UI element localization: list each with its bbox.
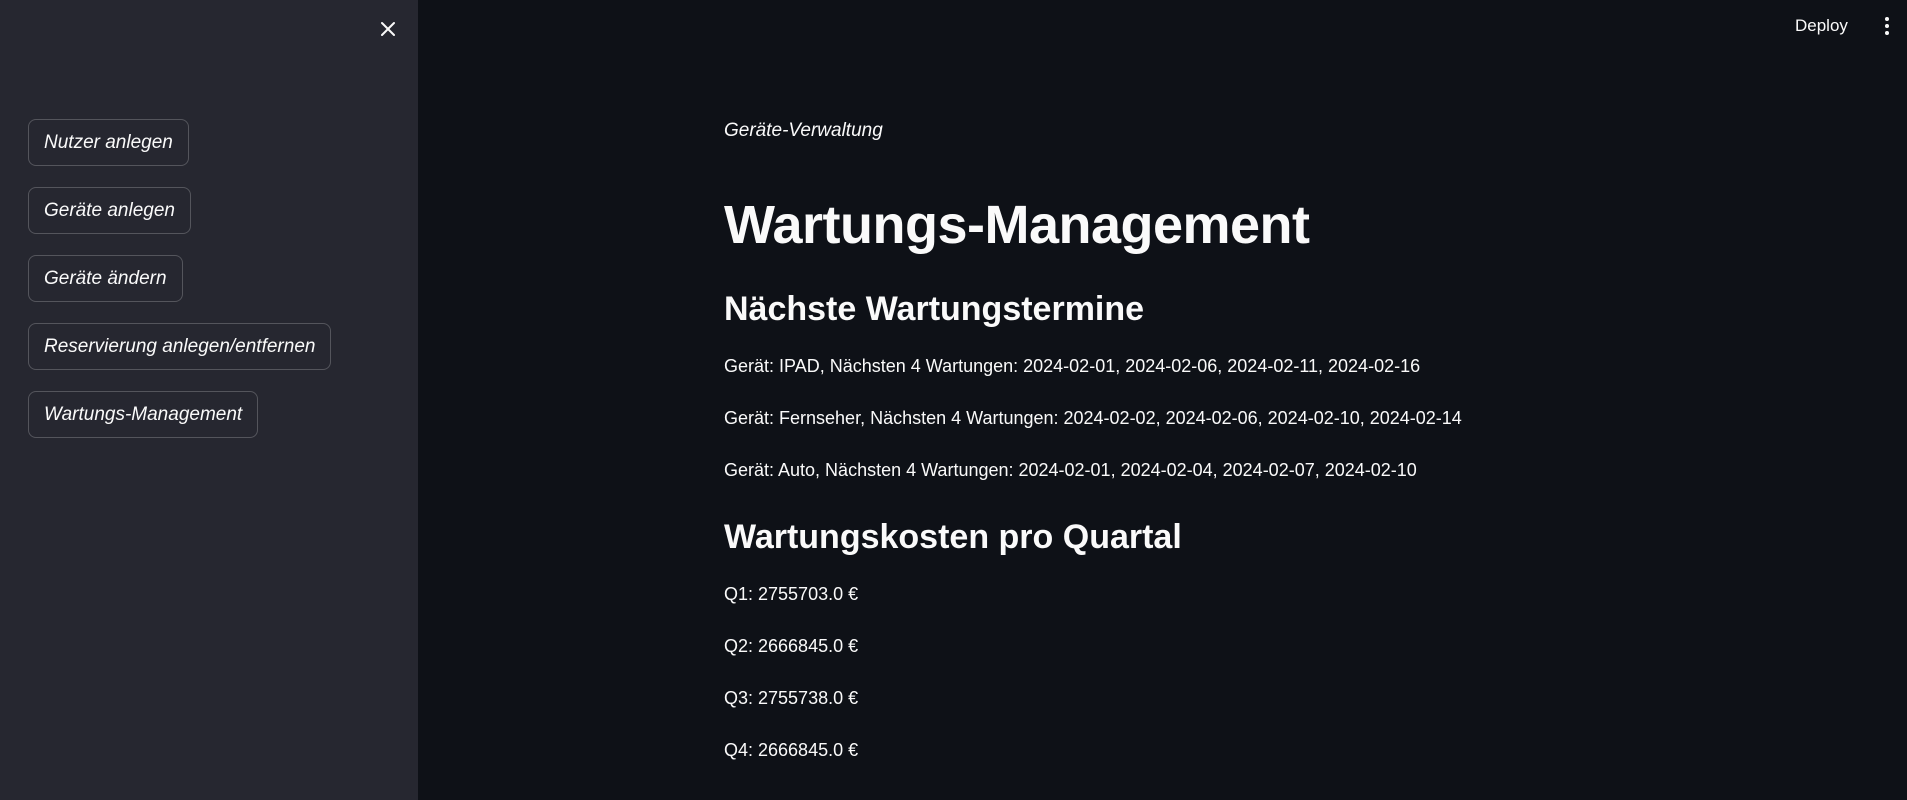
kosten-heading: Wartungskosten pro Quartal (724, 518, 1182, 556)
page-caption: Geräte-Verwaltung (724, 120, 883, 141)
geraete-aendern-button[interactable]: Geräte ändern (28, 255, 183, 302)
kosten-line: Q4: 2666845.0 € (724, 740, 859, 760)
sidebar-nav: Nutzer anlegen Geräte anlegen Geräte änd… (28, 119, 332, 438)
kosten-line: Q3: 2755738.0 € (724, 688, 859, 708)
menu-dot (1885, 24, 1889, 28)
page-title: Wartungs-Management (724, 195, 1310, 255)
menu-dot (1885, 17, 1889, 21)
termin-line: Gerät: IPAD, Nächsten 4 Wartungen: 2024-… (724, 356, 1421, 376)
nutzer-anlegen-button[interactable]: Nutzer anlegen (28, 119, 189, 166)
geraete-anlegen-button[interactable]: Geräte anlegen (28, 187, 191, 234)
reservierung-button[interactable]: Reservierung anlegen/entfernen (28, 323, 332, 370)
more-vertical-icon[interactable] (1880, 14, 1894, 38)
close-icon (381, 22, 395, 36)
kosten-line: Q1: 2755703.0 € (724, 584, 859, 604)
deploy-button[interactable]: Deploy (1795, 14, 1848, 38)
kosten-line: Q2: 2666845.0 € (724, 636, 859, 656)
termine-heading: Nächste Wartungstermine (724, 290, 1145, 328)
sidebar-close-button[interactable] (374, 15, 402, 43)
termin-line: Gerät: Auto, Nächsten 4 Wartungen: 2024-… (724, 460, 1417, 480)
sidebar: Nutzer anlegen Geräte anlegen Geräte änd… (0, 0, 418, 800)
termin-line: Gerät: Fernseher, Nächsten 4 Wartungen: … (724, 408, 1462, 428)
menu-dot (1885, 31, 1889, 35)
app-root: Nutzer anlegen Geräte anlegen Geräte änd… (0, 0, 1907, 800)
wartungs-management-button[interactable]: Wartungs-Management (28, 391, 259, 438)
